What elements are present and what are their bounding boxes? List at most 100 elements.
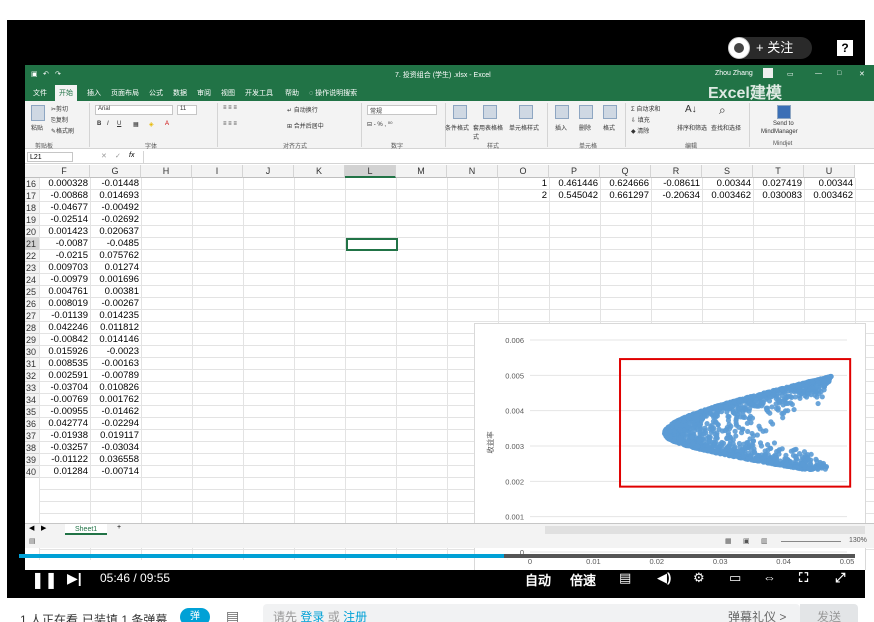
column-header-t[interactable]: T (753, 165, 804, 178)
sheet-tab-sheet1[interactable]: Sheet1 (65, 524, 108, 535)
number-format-select[interactable]: 常规 (367, 105, 437, 115)
clear-button[interactable]: ◆ 清除 (631, 126, 649, 135)
table-cell[interactable]: -0.0023 (90, 346, 141, 358)
cut-button[interactable]: ✂剪切 (51, 104, 68, 113)
next-sheet-icon[interactable]: ▶ (41, 524, 46, 532)
merge-center-button[interactable]: ⊞ 合并后居中 (287, 121, 324, 130)
sort-filter-button[interactable]: 排序和筛选 (677, 123, 707, 132)
table-cell[interactable]: -0.02692 (90, 214, 141, 226)
table-cell[interactable]: 0.003462 (804, 190, 855, 202)
table-cell[interactable]: 1 (498, 178, 549, 190)
table-cell[interactable]: -0.00979 (39, 274, 90, 286)
table-format-icon[interactable] (483, 105, 497, 119)
font-color-icon[interactable]: A (165, 121, 169, 127)
settings-gear-icon[interactable]: ⚙ (693, 570, 705, 586)
column-header-p[interactable]: P (549, 165, 600, 178)
table-cell[interactable]: -0.00868 (39, 190, 90, 202)
autosum-button[interactable]: Σ 自动求和 (631, 104, 660, 113)
close-icon[interactable]: ✕ (859, 70, 865, 78)
horizontal-scrollbar[interactable] (545, 526, 865, 534)
table-cell[interactable]: 0.014235 (90, 310, 141, 322)
danmaku-etiquette-link[interactable]: 弹幕礼仪 > (728, 604, 786, 622)
table-cell[interactable]: 0.624666 (600, 178, 651, 190)
column-header-h[interactable]: H (141, 165, 192, 178)
minimize-icon[interactable]: — (815, 70, 822, 77)
table-cell[interactable]: 0.00344 (804, 178, 855, 190)
italic-button[interactable]: I (107, 121, 109, 127)
volume-icon[interactable]: ◀) (657, 570, 671, 586)
fill-button[interactable]: ⇩ 填充 (631, 115, 650, 124)
font-size-select[interactable]: 11 (177, 105, 197, 115)
normal-view-icon[interactable]: ▦ (725, 537, 732, 545)
table-cell[interactable]: 0.019117 (90, 430, 141, 442)
undo-icon[interactable]: ↶ (43, 70, 49, 78)
speed-button[interactable]: 倍速 (570, 570, 596, 589)
table-format-button[interactable]: 套用表格格式 (473, 123, 507, 141)
row-header[interactable]: 35 (25, 406, 39, 418)
formula-input[interactable] (143, 151, 867, 163)
row-header[interactable]: 23 (25, 262, 39, 274)
column-header-n[interactable]: N (447, 165, 498, 178)
align-left-icon[interactable]: ≡ ≡ ≡ (223, 121, 237, 127)
mindmanager-label[interactable]: MindManager (761, 129, 798, 135)
fill-color-icon[interactable]: ◈ (149, 121, 154, 128)
row-header[interactable]: 31 (25, 358, 39, 370)
danmaku-input[interactable]: 请先 登录 或 注册 弹幕礼仪 > (263, 604, 800, 622)
conditional-format-icon[interactable] (453, 105, 467, 119)
row-header[interactable]: 18 (25, 202, 39, 214)
table-cell[interactable]: -0.00714 (90, 466, 141, 478)
column-header-m[interactable]: M (396, 165, 447, 178)
row-header[interactable]: 16 (25, 178, 39, 190)
border-icon[interactable]: ▦ (133, 121, 139, 128)
row-header[interactable]: 32 (25, 370, 39, 382)
tab-formulas[interactable]: 公式 (149, 88, 163, 98)
row-header[interactable]: 33 (25, 382, 39, 394)
macro-record-icon[interactable]: ▤ (29, 537, 36, 545)
table-cell[interactable]: -0.00492 (90, 202, 141, 214)
insert-cells-icon[interactable] (555, 105, 569, 119)
next-icon[interactable]: ▶| (67, 570, 82, 587)
format-cells-button[interactable]: 格式 (603, 123, 615, 132)
table-cell[interactable]: 0.009703 (39, 262, 90, 274)
table-cell[interactable]: 0.011812 (90, 322, 141, 334)
column-header-g[interactable]: G (90, 165, 141, 178)
column-header-r[interactable]: R (651, 165, 702, 178)
table-cell[interactable]: -0.20634 (651, 190, 702, 202)
find-select-button[interactable]: 查找和选择 (711, 123, 741, 132)
find-icon[interactable]: ⌕ (719, 103, 726, 118)
paste-button[interactable]: 粘贴 (31, 123, 43, 132)
copy-button[interactable]: ⎘复制 (51, 115, 68, 125)
table-cell[interactable]: -0.01938 (39, 430, 90, 442)
register-link[interactable]: 注册 (343, 610, 367, 622)
name-box[interactable]: L21 (27, 152, 73, 162)
prev-sheet-icon[interactable]: ◀ (29, 524, 34, 532)
row-header[interactable]: 40 (25, 466, 39, 478)
worksheet-grid[interactable]: FGHIJKLMNOPQRSTU 16 0.000328 -0.01448 17 -0.… (25, 165, 874, 570)
login-link[interactable]: 登录 (300, 610, 324, 622)
table-cell[interactable]: -0.03704 (39, 382, 90, 394)
zoom-level[interactable]: 130% (849, 537, 867, 544)
row-header[interactable]: 26 (25, 298, 39, 310)
percent-icon[interactable]: ⊟ - % , ⁰⁰ (367, 121, 393, 128)
fullscreen-icon[interactable]: ⤢ (835, 570, 845, 586)
function-icon[interactable]: fx (129, 152, 134, 159)
cancel-entry-icon[interactable]: ✕ (101, 152, 107, 160)
table-cell[interactable]: 0.015926 (39, 346, 90, 358)
page-break-view-icon[interactable]: ▥ (761, 537, 768, 545)
table-cell[interactable]: -0.01122 (39, 454, 90, 466)
row-header[interactable]: 28 (25, 322, 39, 334)
table-cell[interactable]: 0.008019 (39, 298, 90, 310)
uploader-avatar[interactable] (728, 37, 750, 59)
row-header[interactable]: 27 (25, 310, 39, 322)
table-cell[interactable]: -0.00789 (90, 370, 141, 382)
table-cell[interactable]: -0.0485 (90, 238, 141, 250)
tell-me-search[interactable]: ◌ 操作说明搜索 (309, 88, 357, 98)
confirm-entry-icon[interactable]: ✓ (115, 152, 121, 160)
font-name-select[interactable]: Arial (95, 105, 173, 115)
row-header[interactable]: 34 (25, 394, 39, 406)
web-fullscreen-icon[interactable]: ⛶ (799, 570, 808, 586)
table-cell[interactable]: -0.01139 (39, 310, 90, 322)
follow-button[interactable]: + 关注 (728, 37, 812, 59)
table-cell[interactable]: 0.003462 (702, 190, 753, 202)
cell-style-icon[interactable] (519, 105, 533, 119)
